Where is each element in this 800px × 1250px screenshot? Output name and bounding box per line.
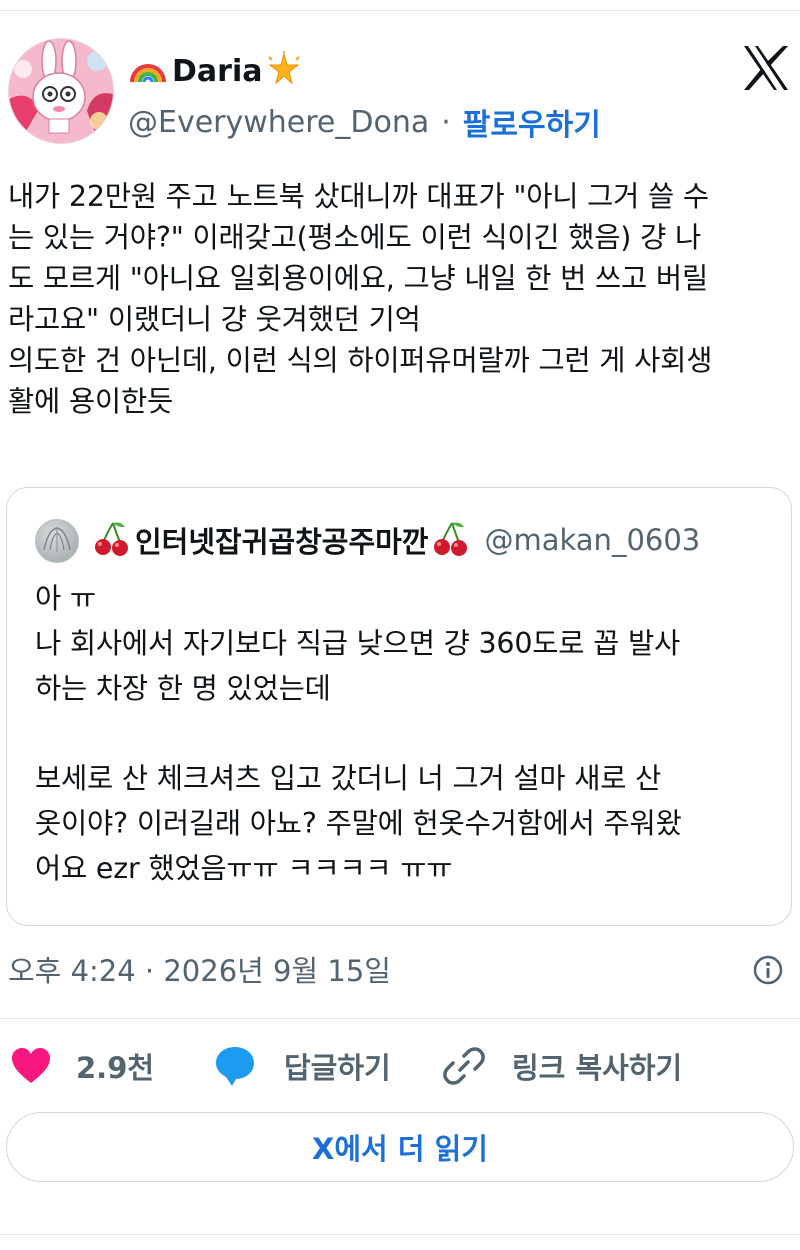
top-divider <box>0 10 800 11</box>
tweet-body-text: 내가 22만원 주고 노트북 샀대니까 대표가 "아니 그거 쓸 수 는 있는 … <box>8 180 713 418</box>
cherries-icon <box>93 519 131 561</box>
actions-divider <box>0 1018 800 1019</box>
rainbow-icon <box>128 54 168 88</box>
follow-button[interactable]: 팔로우하기 <box>463 100 601 144</box>
like-button[interactable]: 2.9천 <box>10 1040 154 1092</box>
author-handle[interactable]: @Everywhere_Dona <box>128 105 429 140</box>
author-handle-row: @Everywhere_Dona · 팔로우하기 <box>128 100 601 144</box>
author-name-row[interactable]: Daria <box>128 48 302 94</box>
quoted-display-name: 인터넷잡귀곱창공주마깐 <box>135 525 429 559</box>
author-avatar[interactable] <box>8 38 114 144</box>
separator-dot: · <box>441 104 451 140</box>
copy-link-button[interactable]: 링크 복사하기 <box>442 1040 682 1092</box>
link-icon <box>443 1047 485 1085</box>
quoted-tweet-card[interactable]: 인터넷잡귀곱창공주마깐 @makan_0603 아 ㅠ 나 회사에서 자기보다 … <box>6 487 792 926</box>
author-display-name: Daria <box>172 53 263 89</box>
read-more-button[interactable]: X에서 더 읽기 <box>6 1112 794 1182</box>
heart-icon <box>12 1048 50 1083</box>
quoted-handle: @makan_0603 <box>484 523 701 557</box>
quoted-author-avatar <box>35 519 79 563</box>
tweet-timestamp[interactable]: 오후 4:24 · 2026년 9월 15일 <box>8 948 391 990</box>
bottom-divider <box>0 1234 800 1235</box>
copy-link-label: 링크 복사하기 <box>512 1051 683 1085</box>
quoted-tweet-text: 아 ㅠ 나 회사에서 자기보다 직급 낮으면 걍 360도로 꼽 발사 하는 차… <box>35 582 682 885</box>
x-logo-icon[interactable] <box>738 40 794 96</box>
quoted-author-row: 인터넷잡귀곱창공주마깐 @makan_0603 <box>93 518 700 562</box>
sparkle-star-icon <box>266 51 302 91</box>
tweet-actions-bar: 2.9천 답글하기 링크 복사하기 <box>0 1040 800 1092</box>
reply-button[interactable]: 답글하기 <box>212 1040 391 1092</box>
speech-bubble-icon <box>216 1047 254 1086</box>
cherries-icon <box>432 519 470 561</box>
info-icon[interactable] <box>752 954 784 986</box>
like-count: 2.9천 <box>76 1051 155 1085</box>
reply-label: 답글하기 <box>284 1051 391 1085</box>
